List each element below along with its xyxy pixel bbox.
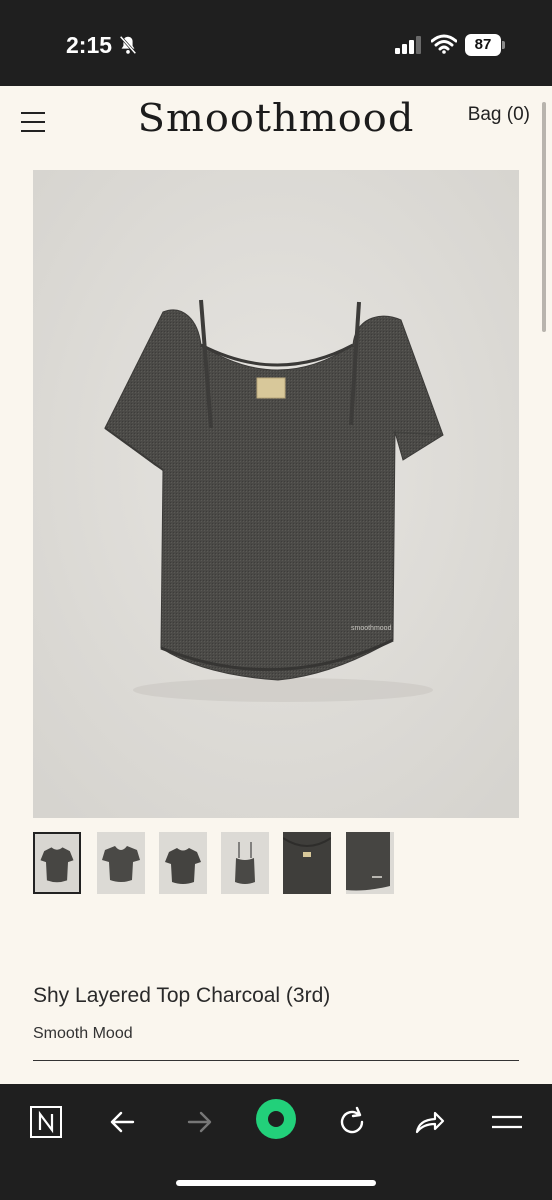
status-time: 2:15 <box>66 32 113 58</box>
product-title: Shy Layered Top Charcoal (3rd) <box>33 984 331 1007</box>
forward-arrow-icon[interactable] <box>179 1102 219 1142</box>
share-icon[interactable] <box>409 1102 449 1142</box>
back-arrow-icon[interactable] <box>103 1102 143 1142</box>
bell-slash-icon <box>119 35 137 55</box>
thumbnail-6[interactable] <box>346 832 394 894</box>
home-indicator <box>176 1180 376 1186</box>
status-bar: 2:15 87 <box>0 0 552 86</box>
record-icon[interactable] <box>255 1098 297 1140</box>
divider <box>33 1060 519 1061</box>
battery-level: 87 <box>465 34 501 56</box>
product-main-image[interactable]: smoothmood <box>33 170 519 818</box>
notion-icon[interactable] <box>26 1102 66 1142</box>
thumbnail-1[interactable] <box>33 832 81 894</box>
thumbnail-strip <box>33 832 519 896</box>
battery-indicator: 87 <box>465 34 505 56</box>
thumbnail-2[interactable] <box>97 832 145 894</box>
wifi-icon <box>431 34 457 54</box>
cellular-signal-icon <box>395 36 421 54</box>
thumbnail-4[interactable] <box>221 832 269 894</box>
menu-icon[interactable] <box>487 1102 527 1142</box>
battery-cap <box>502 41 505 49</box>
bag-button[interactable]: Bag (0) <box>468 104 530 126</box>
site-header: Smoothmood Bag (0) <box>0 86 552 166</box>
thumbnail-5[interactable] <box>283 832 331 894</box>
page-scrollbar[interactable] <box>542 102 546 332</box>
reload-icon[interactable] <box>332 1102 372 1142</box>
product-brand[interactable]: Smooth Mood <box>33 1025 133 1043</box>
shirt-image: smoothmood <box>33 170 519 818</box>
thumbnail-3[interactable] <box>159 832 207 894</box>
garment-logo-text: smoothmood <box>351 625 392 632</box>
